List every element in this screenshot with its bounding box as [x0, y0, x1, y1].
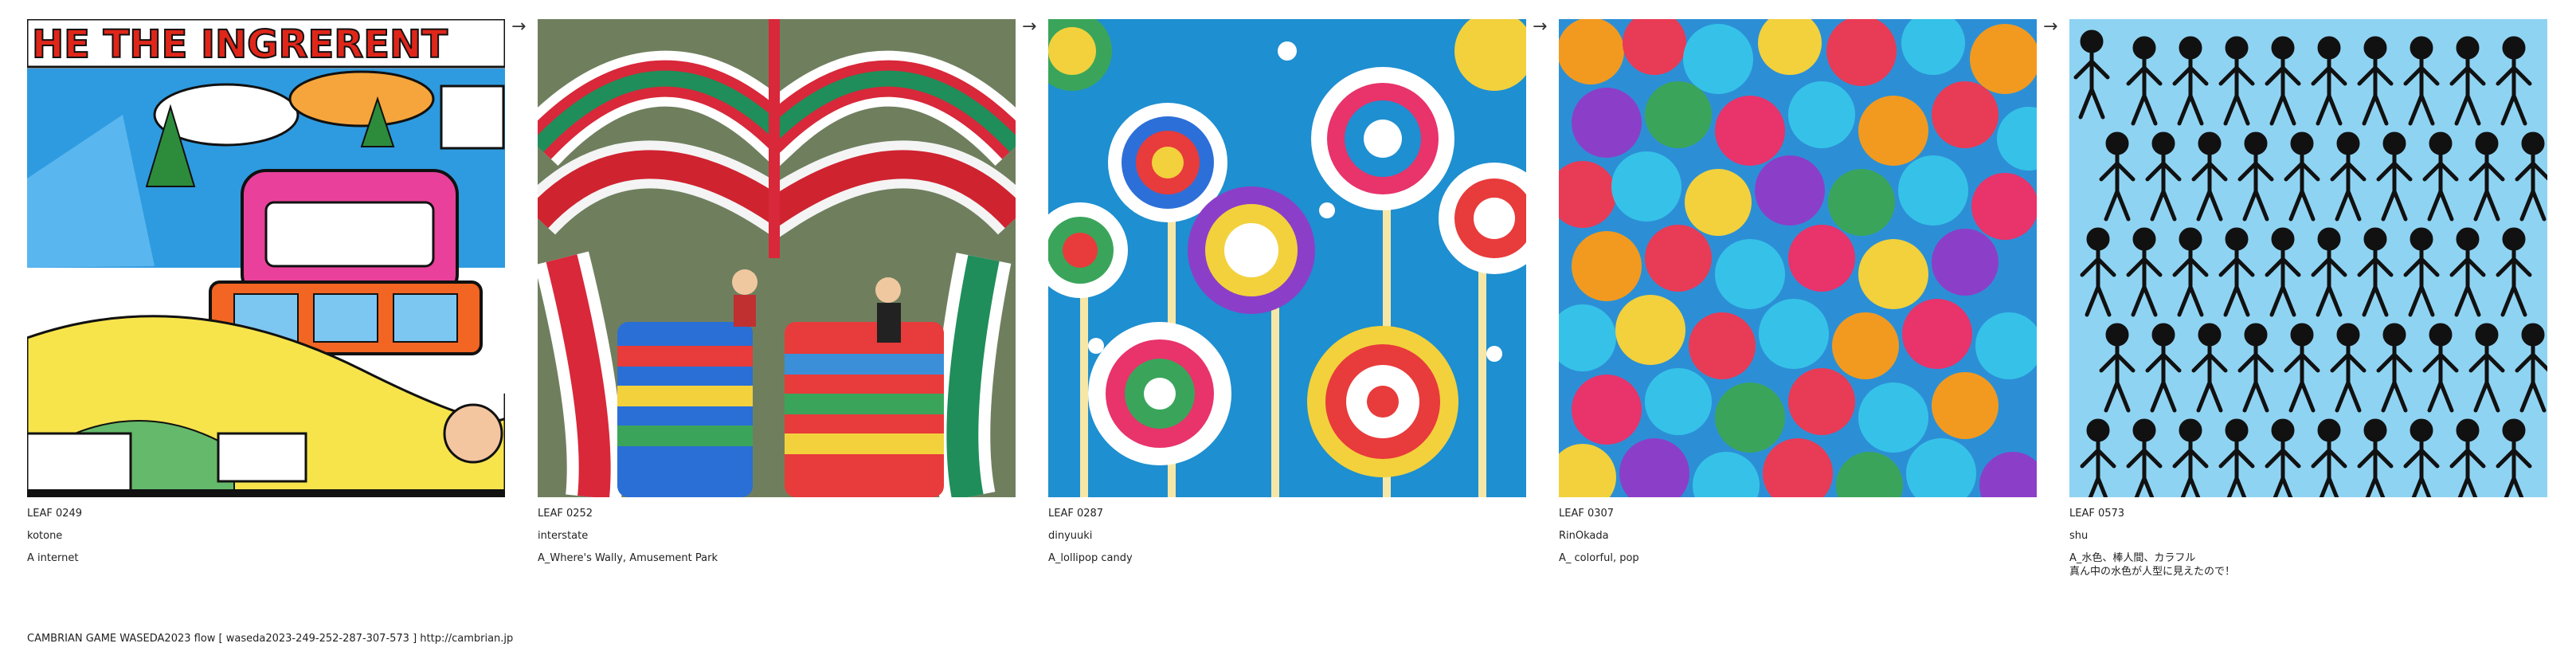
- flow-arrow-icon: →: [511, 17, 527, 37]
- leaf-prompt: A_ colorful, pop: [1559, 552, 1639, 564]
- leaf-id: LEAF 0287: [1048, 508, 1104, 520]
- flow-arrow-icon: →: [1533, 17, 1548, 37]
- leaf-card: LEAF 0252 interstate A_Where's Wally, Am…: [538, 19, 1016, 574]
- flow-arrow-icon: →: [1022, 17, 1037, 37]
- leaf-image[interactable]: [1048, 19, 1526, 497]
- leaf-prompt: A_Where's Wally, Amusement Park: [538, 552, 718, 564]
- leaf-author[interactable]: RinOkada: [1559, 529, 2037, 551]
- leaf-image[interactable]: [2069, 19, 2547, 497]
- svg-text:HE THE INGRERENT: HE THE INGRERENT: [32, 22, 448, 67]
- leaf-prompt: A_水色、棒人間、カラフル 真ん中の水色が人型に見えたので！: [2069, 552, 2236, 578]
- leaf-prompt: A_lollipop candy: [1048, 552, 1133, 564]
- leaf-card: HE THE INGRERENT LEAF 0249 kotone A inte…: [27, 19, 505, 574]
- leaf-prompt: A internet: [27, 552, 79, 564]
- leaf-image[interactable]: [1559, 19, 2037, 497]
- leaf-author[interactable]: shu: [2069, 529, 2547, 551]
- leaf-author[interactable]: interstate: [538, 529, 1016, 551]
- leaf-card: LEAF 0307 RinOkada A_ colorful, pop: [1559, 19, 2037, 574]
- leaf-id: LEAF 0307: [1559, 508, 1615, 520]
- leaf-author[interactable]: kotone: [27, 529, 505, 551]
- leaf-card: LEAF 0573 shu A_水色、棒人間、カラフル 真ん中の水色が人型に見え…: [2069, 19, 2547, 579]
- leaf-image[interactable]: [538, 19, 1016, 497]
- leaf-id: LEAF 0573: [2069, 508, 2125, 520]
- leaf-card: LEAF 0287 dinyuuki A_lollipop candy: [1048, 19, 1526, 574]
- flow-arrow-icon: →: [2043, 17, 2058, 37]
- leaf-image[interactable]: HE THE INGRERENT: [27, 19, 505, 497]
- flow-page: → → → → HE THE INGRERENT LEAF 0249 koton…: [0, 0, 2576, 659]
- leaf-id: LEAF 0249: [27, 508, 83, 520]
- leaf-id: LEAF 0252: [538, 508, 593, 520]
- leaf-author[interactable]: dinyuuki: [1048, 529, 1526, 551]
- footer-credit[interactable]: CAMBRIAN GAME WASEDA2023 flow [ waseda20…: [27, 632, 513, 645]
